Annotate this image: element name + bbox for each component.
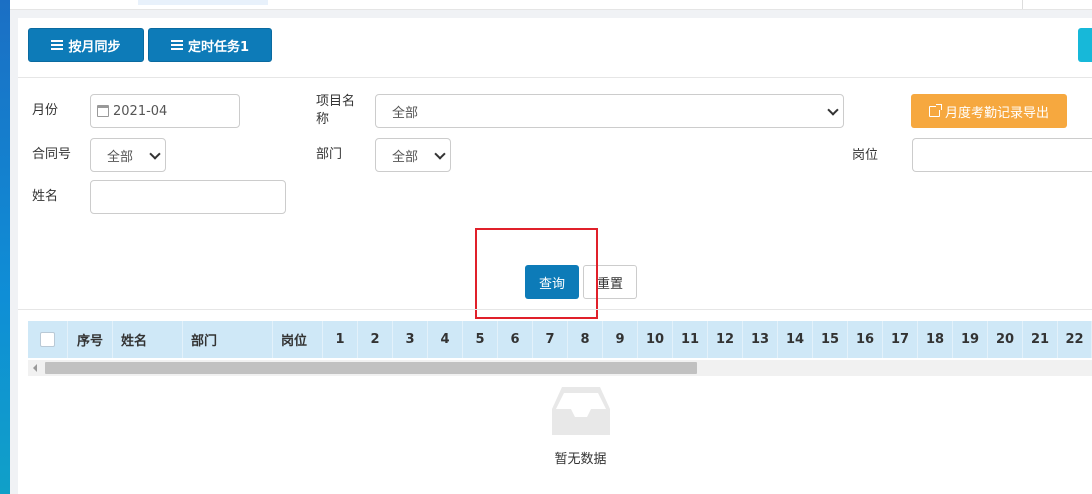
main-panel: 按月同步 定时任务1 月份 2021-04 项目名称 全部 月度考勤记录导出 合…	[18, 18, 1092, 494]
column-header-day[interactable]: 17	[883, 321, 918, 358]
column-header-day[interactable]: 2	[358, 321, 393, 358]
chevron-down-icon	[149, 148, 161, 160]
column-header-index[interactable]: 序号	[68, 321, 113, 358]
inbox-icon	[552, 387, 610, 435]
position-input[interactable]	[912, 138, 1092, 172]
export-label: 月度考勤记录导出	[944, 105, 1049, 121]
project-name-value: 全部	[392, 105, 419, 121]
contract-no-label: 合同号	[32, 147, 72, 162]
column-header-name[interactable]: 姓名	[113, 321, 183, 358]
attendance-table-header: 序号 姓名 部门 岗位 1 2 3 4 5 6 7 8 9 10 11 12 1…	[28, 321, 1092, 358]
list-icon	[51, 40, 64, 50]
contract-no-value: 全部	[107, 149, 134, 165]
scheduled-task-button[interactable]: 定时任务1	[148, 28, 272, 62]
sync-by-month-button[interactable]: 按月同步	[28, 28, 144, 62]
column-header-day[interactable]: 16	[848, 321, 883, 358]
external-link-icon	[928, 103, 942, 117]
month-input[interactable]: 2021-04	[90, 94, 240, 128]
calendar-icon	[97, 105, 109, 117]
column-header-day[interactable]: 8	[568, 321, 603, 358]
department-label: 部门	[316, 147, 343, 162]
scrollbar-thumb[interactable]	[45, 362, 697, 374]
chevron-down-icon	[827, 104, 839, 116]
export-monthly-attendance-button[interactable]: 月度考勤记录导出	[911, 94, 1067, 128]
column-header-day[interactable]: 1	[323, 321, 358, 358]
position-label: 岗位	[852, 148, 879, 163]
column-header-day[interactable]: 3	[393, 321, 428, 358]
column-header-day[interactable]: 5	[463, 321, 498, 358]
sidebar-edge	[0, 0, 10, 494]
column-header-day[interactable]: 7	[533, 321, 568, 358]
column-header-day[interactable]: 9	[603, 321, 638, 358]
column-header-position[interactable]: 岗位	[273, 321, 323, 358]
list-icon	[170, 40, 183, 50]
department-select[interactable]: 全部	[375, 138, 451, 172]
column-header-day[interactable]: 13	[743, 321, 778, 358]
column-header-day[interactable]: 18	[918, 321, 953, 358]
column-header-day[interactable]: 6	[498, 321, 533, 358]
column-header-department[interactable]: 部门	[183, 321, 273, 358]
select-all-checkbox[interactable]	[40, 332, 55, 347]
column-header-day[interactable]: 14	[778, 321, 813, 358]
chevron-down-icon	[434, 148, 446, 160]
tabbar-divider	[1022, 0, 1023, 9]
highlight-annotation	[475, 228, 598, 319]
horizontal-scrollbar[interactable]	[28, 360, 1092, 376]
project-name-label: 项目名称	[316, 94, 356, 127]
column-header-day[interactable]: 12	[708, 321, 743, 358]
toolbar-right-button[interactable]	[1078, 28, 1092, 62]
column-header-day[interactable]: 15	[813, 321, 848, 358]
scroll-left-icon[interactable]	[33, 364, 37, 372]
select-all-cell[interactable]	[28, 321, 68, 358]
filter-divider	[18, 309, 1092, 310]
toolbar-divider	[18, 77, 1092, 78]
column-header-day[interactable]: 4	[428, 321, 463, 358]
month-label: 月份	[32, 103, 59, 118]
name-input[interactable]	[90, 180, 286, 214]
project-name-select[interactable]: 全部	[375, 94, 844, 128]
month-value: 2021-04	[113, 103, 168, 119]
column-header-day[interactable]: 19	[953, 321, 988, 358]
department-value: 全部	[392, 149, 419, 165]
column-header-day[interactable]: 22	[1058, 321, 1092, 358]
sync-by-month-label: 按月同步	[68, 39, 121, 55]
active-tab-indicator[interactable]	[138, 0, 268, 5]
column-header-day[interactable]: 20	[988, 321, 1023, 358]
empty-state-text: 暂无数据	[554, 452, 607, 467]
column-header-day[interactable]: 10	[638, 321, 673, 358]
top-tabbar	[10, 0, 1092, 10]
contract-no-select[interactable]: 全部	[90, 138, 166, 172]
scheduled-task-label: 定时任务1	[187, 39, 250, 55]
column-header-day[interactable]: 11	[673, 321, 708, 358]
name-label: 姓名	[32, 189, 59, 204]
column-header-day[interactable]: 21	[1023, 321, 1058, 358]
